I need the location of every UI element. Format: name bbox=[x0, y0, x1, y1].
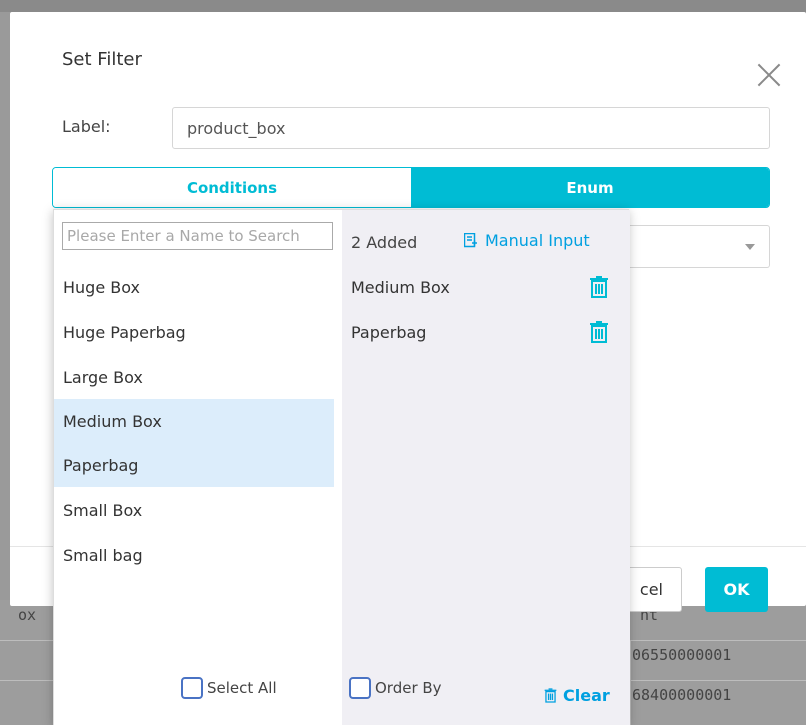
bg-table-divider bbox=[0, 680, 53, 681]
option-item[interactable]: Huge Box bbox=[54, 265, 334, 309]
added-items-pane: 2 Added Manual Input Medium Box Paperbag bbox=[342, 210, 630, 725]
bg-table-divider bbox=[630, 680, 806, 681]
label-input[interactable] bbox=[172, 107, 770, 149]
trash-icon[interactable] bbox=[589, 276, 609, 298]
clear-button[interactable]: Clear bbox=[544, 686, 610, 705]
trash-icon bbox=[544, 688, 557, 703]
option-item[interactable]: Small bag bbox=[54, 533, 334, 577]
manual-input-icon bbox=[464, 233, 477, 248]
bg-table-divider bbox=[630, 640, 631, 725]
search-input[interactable] bbox=[62, 222, 333, 250]
clear-label: Clear bbox=[563, 686, 610, 705]
option-item[interactable]: Huge Paperbag bbox=[54, 310, 334, 354]
option-item[interactable]: Large Box bbox=[54, 355, 334, 399]
tab-enum[interactable]: Enum bbox=[411, 168, 769, 207]
bg-table-cell: ox bbox=[18, 606, 37, 624]
manual-input-label: Manual Input bbox=[485, 231, 590, 250]
order-by-label: Order By bbox=[375, 679, 442, 697]
background-left-column bbox=[0, 12, 10, 600]
bg-table-divider bbox=[630, 640, 806, 641]
bg-table-divider bbox=[0, 640, 53, 641]
label-field-label: Label: bbox=[62, 117, 111, 136]
checkbox-icon bbox=[181, 677, 203, 699]
option-item-selected[interactable]: Paperbag bbox=[54, 443, 334, 487]
added-item: Paperbag bbox=[351, 323, 427, 342]
option-item-selected[interactable]: Medium Box bbox=[54, 399, 334, 443]
bg-table-cell: 06550000001 bbox=[632, 646, 732, 664]
enum-dropdown-panel: Huge Box Huge Paperbag Large Box Medium … bbox=[53, 209, 630, 725]
checkbox-icon bbox=[349, 677, 371, 699]
ok-button[interactable]: OK bbox=[705, 567, 768, 612]
added-item: Medium Box bbox=[351, 278, 450, 297]
manual-input-button[interactable]: Manual Input bbox=[464, 231, 590, 250]
select-all-checkbox[interactable]: Select All bbox=[181, 677, 277, 699]
bg-table-cell: 68400000001 bbox=[632, 686, 732, 704]
added-count: 2 Added bbox=[351, 233, 418, 252]
enum-value-select[interactable] bbox=[630, 225, 770, 268]
select-all-label: Select All bbox=[207, 679, 277, 697]
option-item[interactable]: Small Box bbox=[54, 488, 334, 532]
order-by-checkbox[interactable]: Order By bbox=[349, 677, 442, 699]
options-pane: Huge Box Huge Paperbag Large Box Medium … bbox=[54, 210, 342, 725]
trash-icon[interactable] bbox=[589, 321, 609, 343]
dialog-title: Set Filter bbox=[62, 49, 142, 70]
background-header bbox=[0, 0, 806, 12]
caret-down-icon bbox=[745, 244, 755, 250]
tab-conditions[interactable]: Conditions bbox=[53, 168, 411, 207]
close-icon[interactable] bbox=[754, 60, 784, 90]
filter-mode-tabs: Conditions Enum bbox=[52, 167, 770, 208]
